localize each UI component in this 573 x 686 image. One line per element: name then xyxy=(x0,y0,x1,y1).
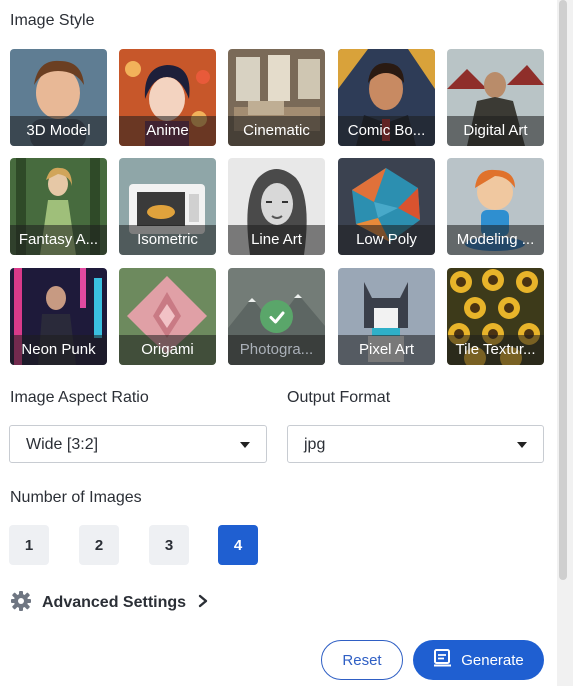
style-label: Tile Textur... xyxy=(447,335,544,365)
style-tile-neon-punk[interactable]: Neon Punk xyxy=(10,268,107,365)
style-grid: 3D Model Anime Cinematic Comic Bo... Dig… xyxy=(10,49,545,365)
scrollbar-thumb[interactable] xyxy=(559,0,567,580)
style-label: Comic Bo... xyxy=(338,116,435,146)
style-tile-isometric[interactable]: Isometric xyxy=(119,158,216,255)
style-label: Low Poly xyxy=(338,225,435,255)
output-format-label: Output Format xyxy=(287,389,391,406)
count-option-3[interactable]: 3 xyxy=(149,525,189,565)
style-label: Neon Punk xyxy=(10,335,107,365)
chevron-right-icon xyxy=(198,594,208,613)
style-tile-modeling-compound[interactable]: Modeling ... xyxy=(447,158,544,255)
generate-icon xyxy=(433,649,461,671)
style-label: Isometric xyxy=(119,225,216,255)
style-label: Modeling ... xyxy=(447,225,544,255)
style-tile-photographic[interactable]: Photogra... xyxy=(228,268,325,365)
selected-check-icon xyxy=(260,300,293,333)
style-label: Fantasy A... xyxy=(10,225,107,255)
output-format-value: jpg xyxy=(304,436,326,453)
image-style-title: Image Style xyxy=(10,12,95,29)
number-of-images-label: Number of Images xyxy=(10,489,142,506)
style-label: Anime xyxy=(119,116,216,146)
reset-button[interactable]: Reset xyxy=(321,640,403,680)
aspect-ratio-value: Wide [3:2] xyxy=(26,436,99,453)
gear-icon xyxy=(10,590,32,617)
style-tile-anime[interactable]: Anime xyxy=(119,49,216,146)
style-label: Digital Art xyxy=(447,116,544,146)
output-format-select[interactable]: jpg xyxy=(287,425,544,463)
style-tile-cinematic[interactable]: Cinematic xyxy=(228,49,325,146)
style-label: Line Art xyxy=(228,225,325,255)
generate-button[interactable]: Generate xyxy=(413,640,544,680)
style-tile-3d-model[interactable]: 3D Model xyxy=(10,49,107,146)
caret-down-icon xyxy=(240,442,250,448)
reset-label: Reset xyxy=(342,651,382,669)
style-tile-low-poly[interactable]: Low Poly xyxy=(338,158,435,255)
count-option-4[interactable]: 4 xyxy=(218,525,258,565)
style-tile-pixel-art[interactable]: Pixel Art xyxy=(338,268,435,365)
style-tile-digital-art[interactable]: Digital Art xyxy=(447,49,544,146)
aspect-ratio-select[interactable]: Wide [3:2] xyxy=(9,425,267,463)
style-tile-fantasy-art[interactable]: Fantasy A... xyxy=(10,158,107,255)
generate-label: Generate xyxy=(461,651,524,669)
aspect-ratio-label: Image Aspect Ratio xyxy=(10,389,149,406)
style-label: Cinematic xyxy=(228,116,325,146)
count-option-2[interactable]: 2 xyxy=(79,525,119,565)
style-tile-origami[interactable]: Origami xyxy=(119,268,216,365)
style-label: Origami xyxy=(119,335,216,365)
style-label: Photogra... xyxy=(228,335,325,365)
style-label: 3D Model xyxy=(10,116,107,146)
scrollbar[interactable] xyxy=(557,0,573,686)
count-option-1[interactable]: 1 xyxy=(9,525,49,565)
style-label: Pixel Art xyxy=(338,335,435,365)
style-tile-line-art[interactable]: Line Art xyxy=(228,158,325,255)
style-tile-comic-book[interactable]: Comic Bo... xyxy=(338,49,435,146)
style-tile-tile-texture[interactable]: Tile Textur... xyxy=(447,268,544,365)
advanced-settings-toggle[interactable]: Advanced Settings xyxy=(10,590,208,616)
advanced-settings-label: Advanced Settings xyxy=(42,594,187,611)
caret-down-icon xyxy=(517,442,527,448)
